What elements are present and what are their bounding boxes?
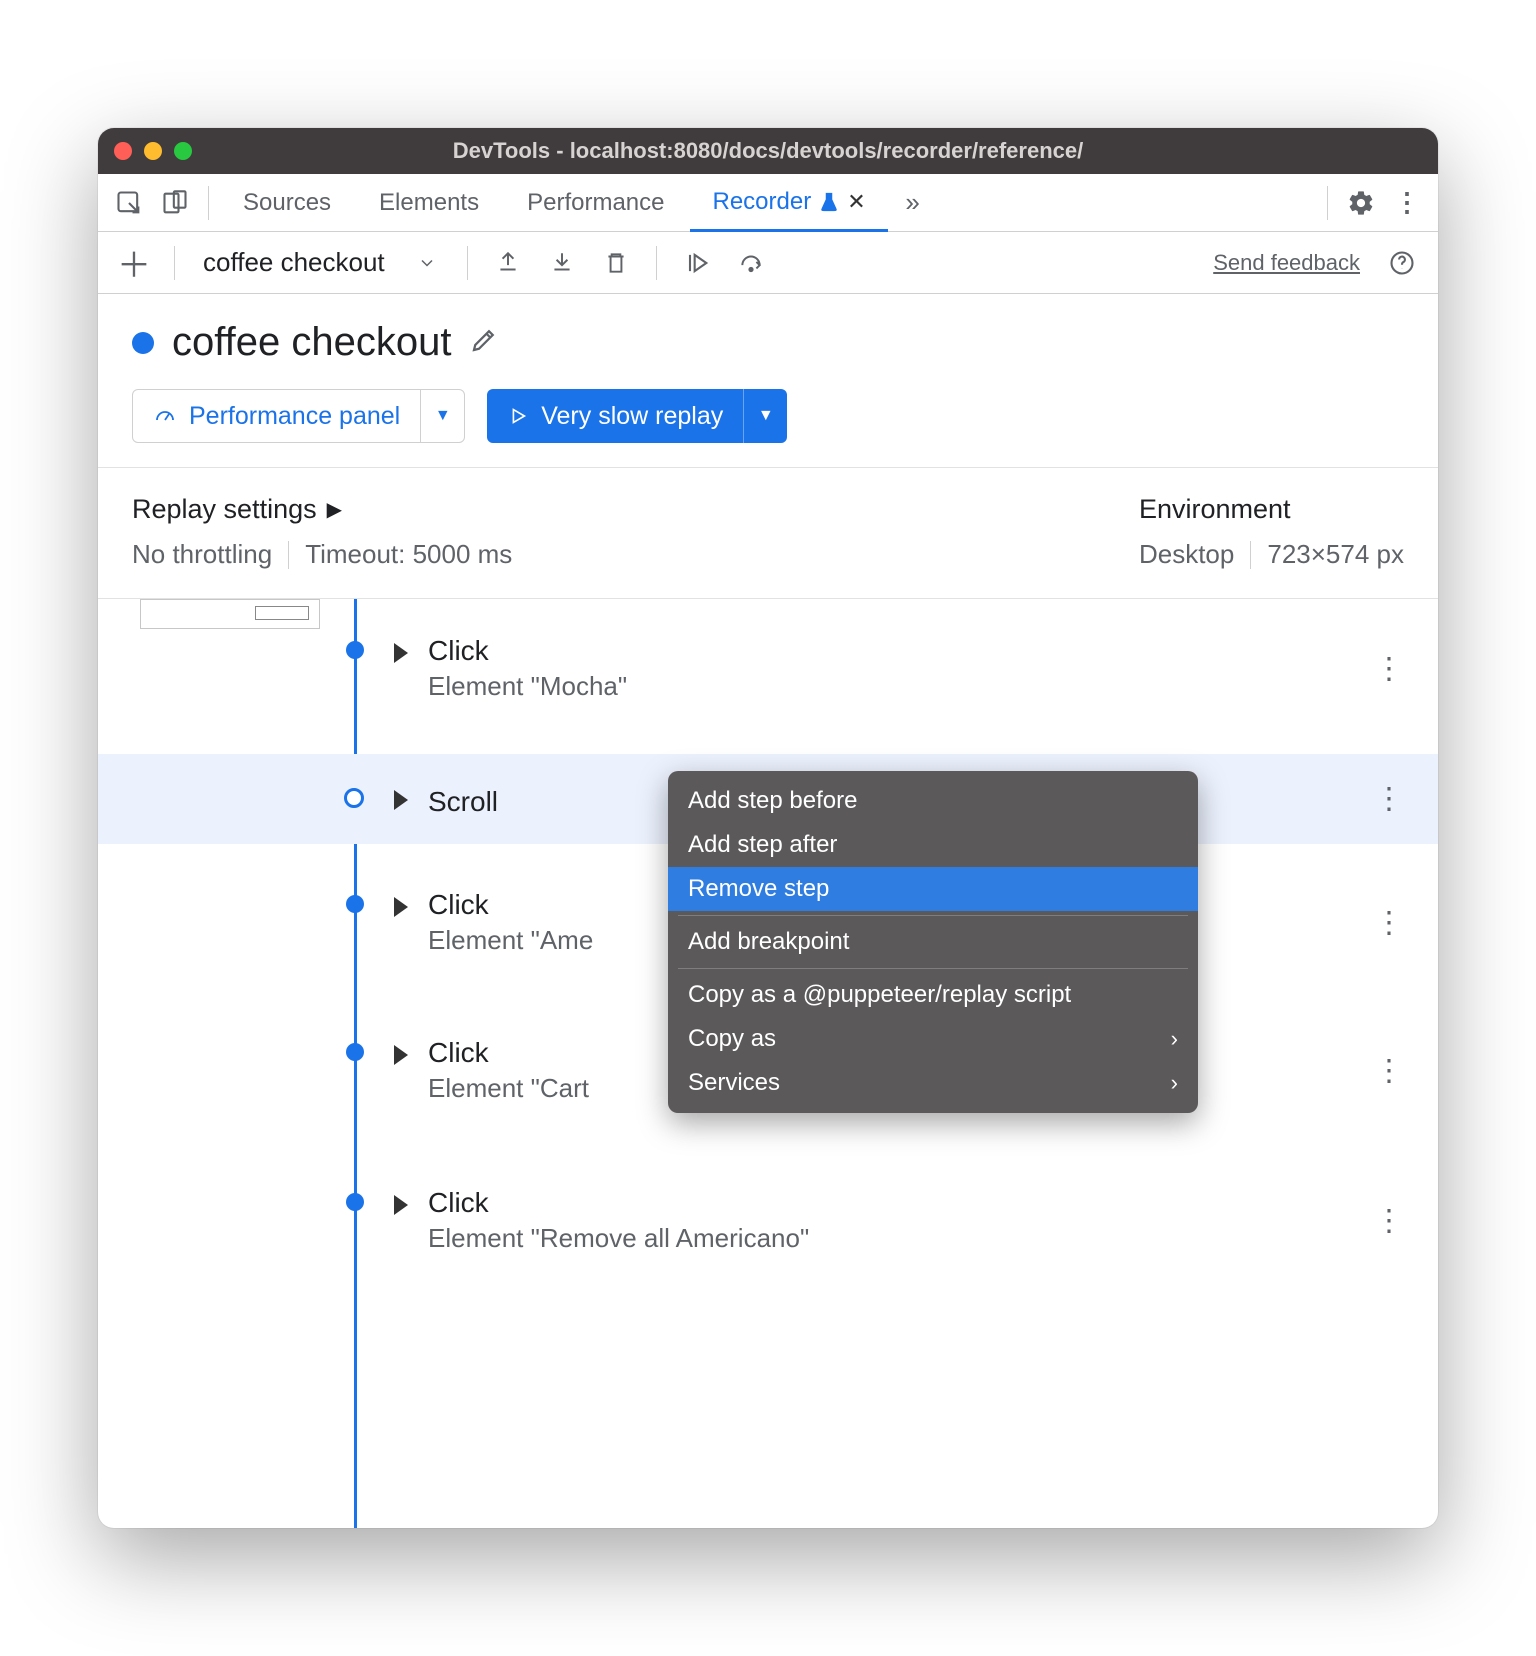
close-tab-icon[interactable]: ✕ [847, 189, 865, 215]
context-menu: Add step before Add step after Remove st… [668, 771, 1198, 1113]
menu-separator [678, 968, 1188, 969]
help-icon[interactable] [1380, 241, 1424, 285]
replay-dropdown[interactable]: ▼ [743, 389, 787, 443]
expand-step-icon[interactable] [394, 897, 408, 917]
minimize-window-button[interactable] [144, 142, 162, 160]
recording-header: coffee checkout Performance panel ▼ Very… [98, 294, 1438, 468]
separator [208, 186, 209, 220]
environment-label: Environment [1139, 494, 1404, 525]
recorder-toolbar: ＋ coffee checkout Send feedback [98, 232, 1438, 294]
tab-recorder[interactable]: Recorder ✕ [690, 175, 887, 232]
dimensions-value: 723×574 px [1267, 539, 1404, 570]
step-subtitle: Element "Mocha" [428, 671, 1438, 702]
device-value: Desktop [1139, 539, 1234, 570]
export-icon[interactable] [486, 241, 530, 285]
maximize-window-button[interactable] [174, 142, 192, 160]
replay-button[interactable]: Very slow replay ▼ [487, 389, 787, 443]
tab-performance[interactable]: Performance [505, 174, 686, 231]
expand-step-icon[interactable] [394, 643, 408, 663]
step-menu-icon[interactable]: ⋮ [1374, 1203, 1404, 1238]
step-click-remove-americano[interactable]: Click Element "Remove all Americano" ⋮ [98, 1169, 1438, 1272]
send-feedback-link[interactable]: Send feedback [1213, 250, 1360, 276]
timeline-dot [346, 1043, 364, 1061]
more-tabs-icon[interactable]: » [892, 182, 934, 224]
performance-panel-dropdown[interactable]: ▼ [420, 390, 464, 442]
step-subtitle: Element "Remove all Americano" [428, 1223, 1438, 1254]
recording-title: coffee checkout [172, 320, 451, 365]
separator [467, 246, 468, 280]
add-recording-icon[interactable]: ＋ [112, 241, 156, 285]
chevron-right-icon: › [1171, 1070, 1178, 1096]
tab-label: Performance [527, 189, 664, 217]
separator [288, 541, 289, 569]
flask-icon [819, 192, 839, 212]
tab-label: Recorder [712, 188, 811, 216]
menu-copy-as[interactable]: Copy as› [668, 1017, 1198, 1061]
menu-add-breakpoint[interactable]: Add breakpoint [668, 920, 1198, 964]
import-icon[interactable] [540, 241, 584, 285]
menu-copy-puppeteer[interactable]: Copy as a @puppeteer/replay script [668, 973, 1198, 1017]
delete-icon[interactable] [594, 241, 638, 285]
expand-step-icon[interactable] [394, 1195, 408, 1215]
tab-label: Elements [379, 189, 479, 217]
replay-settings-toggle[interactable]: Replay settings ▶ [132, 494, 512, 525]
timeline-dot [346, 1193, 364, 1211]
step-menu-icon[interactable]: ⋮ [1374, 1053, 1404, 1088]
step-click-mocha[interactable]: Click Element "Mocha" ⋮ [98, 617, 1438, 720]
settings-gear-icon[interactable] [1340, 182, 1382, 224]
step-menu-icon[interactable]: ⋮ [1374, 651, 1404, 686]
timeline-dot [346, 895, 364, 913]
replay-settings-row: Replay settings ▶ No throttling Timeout:… [98, 468, 1438, 599]
timeline: Click Element "Mocha" ⋮ Scroll ⋮ Click E… [98, 599, 1438, 1528]
window-controls [114, 142, 192, 160]
window-title: DevTools - localhost:8080/docs/devtools/… [98, 138, 1438, 164]
throttling-value: No throttling [132, 539, 272, 570]
step-over-icon[interactable] [729, 241, 773, 285]
timeline-dot [346, 641, 364, 659]
devtools-window: DevTools - localhost:8080/docs/devtools/… [98, 128, 1438, 1528]
titlebar: DevTools - localhost:8080/docs/devtools/… [98, 128, 1438, 174]
tab-sources[interactable]: Sources [221, 174, 353, 231]
performance-panel-button[interactable]: Performance panel ▼ [132, 389, 465, 443]
menu-separator [678, 915, 1188, 916]
recording-name-selector[interactable]: coffee checkout [193, 247, 395, 278]
step-play-icon[interactable] [675, 241, 719, 285]
step-title: Click [428, 1187, 1438, 1219]
performance-panel-label: Performance panel [189, 402, 400, 431]
gauge-icon [153, 404, 177, 428]
separator [656, 246, 657, 280]
step-menu-icon[interactable]: ⋮ [1374, 782, 1404, 817]
separator [1250, 541, 1251, 569]
separator [174, 246, 175, 280]
close-window-button[interactable] [114, 142, 132, 160]
step-title: Click [428, 635, 1438, 667]
more-menu-icon[interactable]: ⋮ [1386, 182, 1428, 224]
replay-label: Very slow replay [541, 402, 723, 431]
chevron-right-icon: › [1171, 1026, 1178, 1052]
tab-elements[interactable]: Elements [357, 174, 501, 231]
play-icon [507, 405, 529, 427]
tab-label: Sources [243, 189, 331, 217]
menu-add-step-before[interactable]: Add step before [668, 779, 1198, 823]
device-toggle-icon[interactable] [154, 182, 196, 224]
chevron-down-icon[interactable] [405, 241, 449, 285]
edit-title-icon[interactable] [469, 325, 499, 360]
timeline-dot [344, 788, 364, 808]
menu-remove-step[interactable]: Remove step [668, 867, 1198, 911]
tab-strip: Sources Elements Performance Recorder ✕ … [98, 174, 1438, 232]
recording-status-dot [132, 332, 154, 354]
menu-services[interactable]: Services› [668, 1061, 1198, 1105]
separator [1327, 186, 1328, 220]
chevron-right-icon: ▶ [327, 497, 342, 522]
inspect-element-icon[interactable] [108, 182, 150, 224]
menu-add-step-after[interactable]: Add step after [668, 823, 1198, 867]
replay-settings-label: Replay settings [132, 494, 317, 525]
timeout-value: Timeout: 5000 ms [305, 539, 512, 570]
step-menu-icon[interactable]: ⋮ [1374, 905, 1404, 940]
expand-step-icon[interactable] [394, 1045, 408, 1065]
expand-step-icon[interactable] [394, 790, 408, 810]
